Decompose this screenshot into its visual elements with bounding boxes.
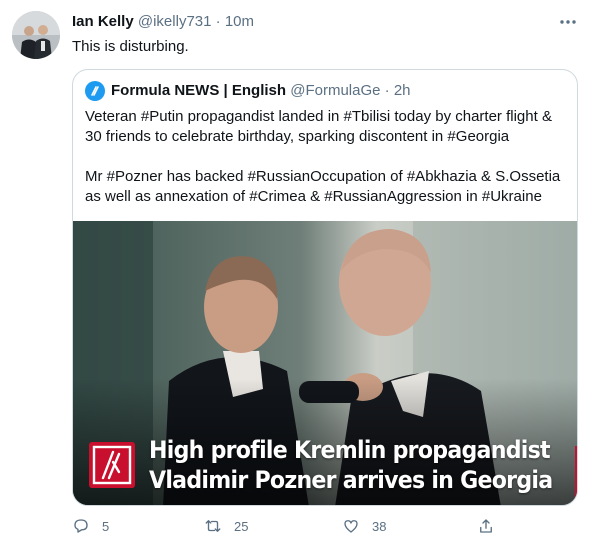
author-name[interactable]: Ian Kelly: [72, 13, 134, 30]
share-icon: [480, 519, 492, 533]
quoted-text-line: Veteran #Putin propagandist landed in #T…: [85, 108, 552, 125]
heart-icon: [344, 520, 358, 533]
reply-count: 5: [102, 518, 110, 534]
share-button[interactable]: [477, 514, 495, 538]
retweet-count: 25: [234, 518, 249, 534]
tweet-text: This is disturbing.: [72, 38, 189, 55]
like-button[interactable]: 38: [342, 514, 386, 538]
tweet-header: Ian Kelly @ikelly731 · 10m: [72, 12, 254, 32]
quoted-text-line: as well as annexation of #Crimea & #Russ…: [85, 188, 542, 205]
reply-icon: [74, 519, 88, 533]
quoted-timestamp[interactable]: 2h: [394, 82, 411, 99]
timestamp[interactable]: 10m: [225, 13, 254, 30]
reply-button[interactable]: 5: [72, 514, 109, 538]
quoted-tweet[interactable]: Formula NEWS | English @FormulaGe · 2h V…: [72, 69, 578, 506]
media-headline-line: High profile Kremlin propagandist: [149, 436, 551, 464]
quoted-author-avatar[interactable]: [85, 81, 105, 101]
quoted-tweet-text: Veteran #Putin propagandist landed in #T…: [85, 107, 570, 207]
tweet-actions: 5 25 38: [72, 514, 502, 538]
tweet[interactable]: Ian Kelly @ikelly731 · 10m This is distu…: [0, 0, 594, 551]
media-headline-line: Vladimir Pozner arrives in Georgia: [149, 466, 553, 494]
quoted-media-image[interactable]: High profile Kremlin propagandist Vladim…: [73, 221, 577, 505]
like-count: 38: [372, 518, 387, 534]
quoted-text-line: 30 friends to celebrate birthday, sparki…: [85, 128, 510, 145]
quoted-separator: ·: [384, 82, 390, 99]
formula-logo-icon: [91, 86, 99, 96]
brand-accent-bar: [575, 446, 577, 505]
author-handle[interactable]: @ikelly731: [138, 13, 212, 30]
formula-brand-icon: [92, 445, 132, 485]
retweet-button[interactable]: 25: [204, 514, 248, 538]
quoted-author-handle[interactable]: @FormulaGe: [290, 82, 380, 99]
quoted-author-name[interactable]: Formula NEWS | English: [111, 82, 286, 99]
quoted-text-line: Mr #Pozner has backed #RussianOccupation…: [85, 168, 561, 185]
retweet-icon: [205, 520, 221, 532]
ellipsis-icon[interactable]: [558, 12, 578, 32]
separator: ·: [215, 13, 221, 30]
brand-logo: [89, 442, 135, 488]
avatar[interactable]: [12, 11, 60, 59]
